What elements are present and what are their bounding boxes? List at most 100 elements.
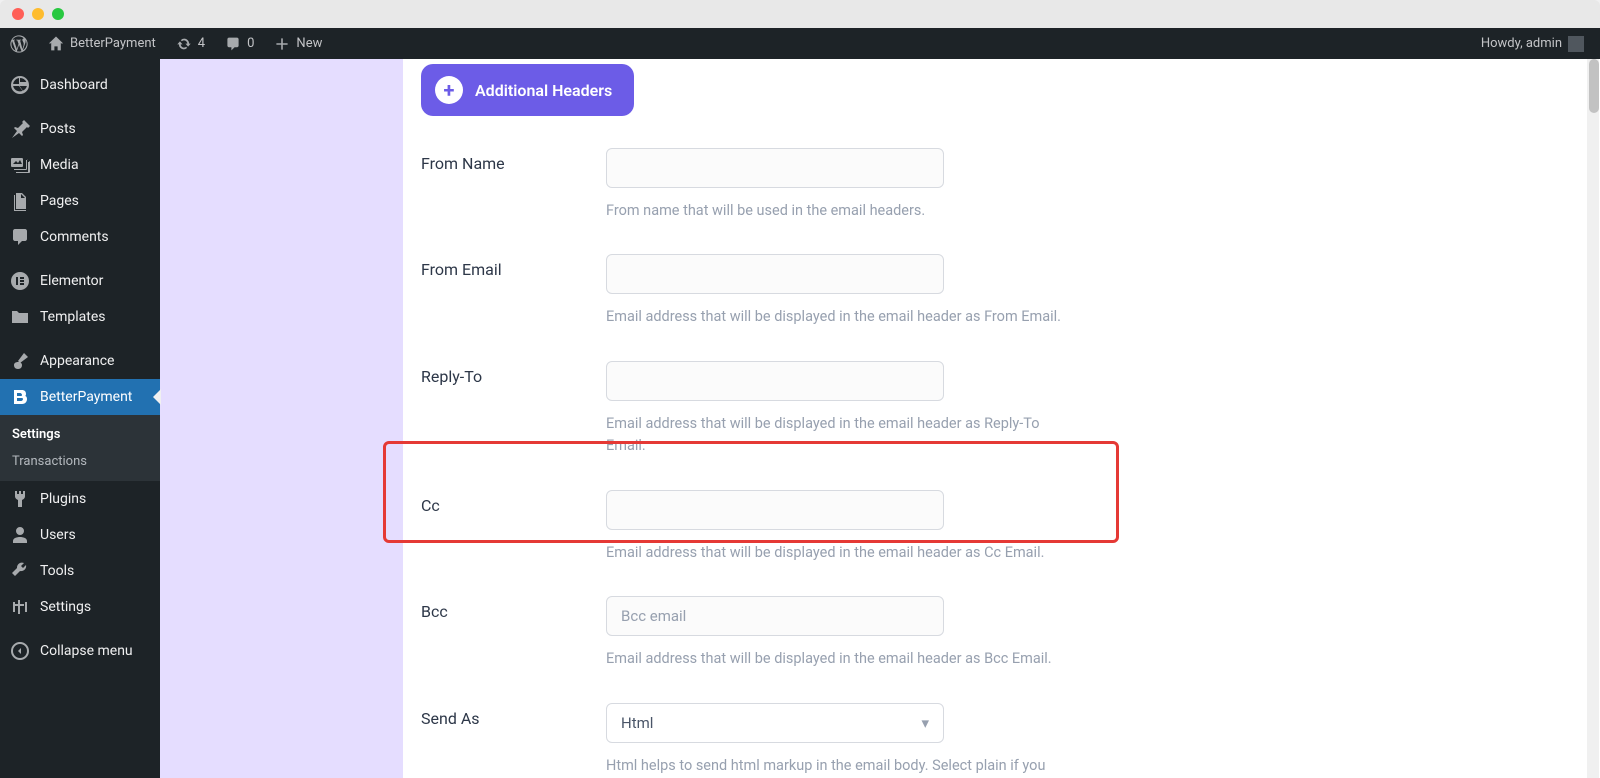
comments-menu[interactable]: 0 (215, 28, 264, 59)
window-close-button[interactable] (12, 8, 24, 20)
wrench-icon (10, 561, 30, 581)
help-bcc: Email address that will be displayed in … (606, 648, 1066, 670)
sliders-icon (10, 597, 30, 617)
betterpayment-submenu: Settings Transactions (0, 415, 160, 481)
sidebar-item-media[interactable]: Media (0, 147, 160, 183)
wordpress-icon (10, 35, 28, 53)
collapse-icon (10, 641, 30, 661)
sidebar-item-dashboard[interactable]: Dashboard (0, 67, 160, 103)
page-icon (10, 191, 30, 211)
comment-icon (225, 36, 241, 52)
updates-menu[interactable]: 4 (166, 28, 215, 59)
avatar (1568, 36, 1584, 52)
sidebar-item-plugins[interactable]: Plugins (0, 481, 160, 517)
reply-to-input[interactable] (606, 361, 944, 401)
sidebar-item-pages[interactable]: Pages (0, 183, 160, 219)
howdy-text: Howdy, admin (1481, 36, 1562, 51)
sidebar-item-posts[interactable]: Posts (0, 111, 160, 147)
updates-count: 4 (198, 36, 205, 51)
row-from-name: From Name From name that will be used in… (403, 148, 1600, 222)
user-icon (10, 525, 30, 545)
new-content-menu[interactable]: New (264, 28, 332, 59)
plugin-icon (10, 489, 30, 509)
admin-toolbar: BetterPayment 4 0 New Howdy, admin (0, 28, 1600, 59)
sidebar-label-collapse: Collapse menu (40, 643, 133, 659)
scrollbar-thumb[interactable] (1589, 59, 1599, 113)
cc-input[interactable] (606, 490, 944, 530)
sidebar-item-settings[interactable]: Settings (0, 589, 160, 625)
sidebar-label-settings: Settings (40, 599, 91, 615)
media-icon (10, 155, 30, 175)
label-from-email: From Email (421, 254, 606, 279)
help-send-as: Html helps to send html markup in the em… (606, 755, 1066, 778)
chevron-down-icon: ▾ (921, 714, 929, 732)
pin-icon (10, 119, 30, 139)
sidebar-label-posts: Posts (40, 121, 76, 137)
bcc-input[interactable] (606, 596, 944, 636)
help-from-email: Email address that will be displayed in … (606, 306, 1066, 328)
label-reply-to: Reply-To (421, 361, 606, 386)
admin-sidebar: Dashboard Posts Media Pages Comments Ele… (0, 59, 160, 778)
row-cc: Cc Email address that will be displayed … (403, 490, 1600, 564)
site-name-menu[interactable]: BetterPayment (38, 28, 166, 59)
send-as-select[interactable]: Html ▾ (606, 703, 944, 743)
from-email-input[interactable] (606, 254, 944, 294)
new-label: New (296, 36, 322, 51)
update-icon (176, 36, 192, 52)
content-area: + Additional Headers From Name From name… (160, 59, 1600, 778)
sidebar-item-comments[interactable]: Comments (0, 219, 160, 255)
betterpayment-icon (10, 387, 30, 407)
sidebar-item-users[interactable]: Users (0, 517, 160, 553)
scrollbar-track[interactable] (1587, 59, 1599, 778)
dashboard-icon (10, 75, 30, 95)
window-titlebar (0, 0, 1600, 28)
sidebar-item-appearance[interactable]: Appearance (0, 343, 160, 379)
row-send-as: Send As Html ▾ Html helps to send html m… (403, 703, 1600, 778)
sidebar-collapse-menu[interactable]: Collapse menu (0, 633, 160, 669)
sidebar-item-elementor[interactable]: Elementor (0, 263, 160, 299)
home-icon (48, 36, 64, 52)
sidebar-label-tools: Tools (40, 563, 74, 579)
from-name-input[interactable] (606, 148, 944, 188)
plus-icon (274, 36, 290, 52)
sidebar-label-media: Media (40, 157, 79, 173)
sidebar-label-betterpayment: BetterPayment (40, 389, 132, 405)
email-headers-form: + Additional Headers From Name From name… (403, 59, 1600, 778)
sidebar-item-templates[interactable]: Templates (0, 299, 160, 335)
row-bcc: Bcc Email address that will be displayed… (403, 596, 1600, 670)
help-from-name: From name that will be used in the email… (606, 200, 1066, 222)
sidebar-label-elementor: Elementor (40, 273, 103, 289)
label-send-as: Send As (421, 703, 606, 728)
plus-circle-icon: + (435, 76, 463, 104)
row-reply-to: Reply-To Email address that will be disp… (403, 361, 1600, 458)
additional-headers-button[interactable]: + Additional Headers (421, 64, 634, 116)
sidebar-item-tools[interactable]: Tools (0, 553, 160, 589)
submenu-settings[interactable]: Settings (0, 421, 160, 448)
help-reply-to: Email address that will be displayed in … (606, 413, 1066, 458)
elementor-icon (10, 271, 30, 291)
sidebar-label-pages: Pages (40, 193, 79, 209)
sidebar-label-users: Users (40, 527, 76, 543)
brush-icon (10, 351, 30, 371)
window-zoom-button[interactable] (52, 8, 64, 20)
comments-count: 0 (247, 36, 254, 51)
site-name-text: BetterPayment (70, 36, 156, 51)
user-account-menu[interactable]: Howdy, admin (1473, 36, 1592, 52)
label-cc: Cc (421, 490, 606, 515)
settings-side-panel (160, 59, 403, 778)
wp-logo-menu[interactable] (0, 28, 38, 59)
send-as-value: Html (621, 714, 653, 732)
sidebar-label-dashboard: Dashboard (40, 77, 108, 93)
help-cc: Email address that will be displayed in … (606, 542, 1066, 564)
window-minimize-button[interactable] (32, 8, 44, 20)
sidebar-label-appearance: Appearance (40, 353, 114, 369)
sidebar-label-comments: Comments (40, 229, 109, 245)
sidebar-label-templates: Templates (40, 309, 106, 325)
folder-icon (10, 307, 30, 327)
additional-headers-label: Additional Headers (475, 81, 612, 100)
submenu-transactions[interactable]: Transactions (0, 448, 160, 475)
row-from-email: From Email Email address that will be di… (403, 254, 1600, 328)
sidebar-label-plugins: Plugins (40, 491, 86, 507)
sidebar-item-betterpayment[interactable]: BetterPayment (0, 379, 160, 415)
comments-icon (10, 227, 30, 247)
